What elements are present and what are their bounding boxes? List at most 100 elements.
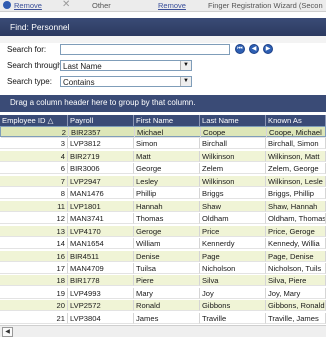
cell-known-as[interactable]: Price, Geroge (266, 225, 326, 237)
table-row[interactable]: 4 BIR2719 Matt Wilkinson Wilkinson, Matt (0, 150, 326, 162)
cell-first-name[interactable]: Piere (134, 275, 200, 287)
cell-first-name[interactable]: Denise (134, 250, 200, 262)
cell-known-as[interactable]: Joy, Mary (266, 287, 326, 299)
cell-first-name[interactable]: Simon (134, 138, 200, 150)
cell-payroll[interactable]: BIR4511 (68, 250, 134, 262)
cell-payroll[interactable]: BIR2719 (68, 150, 134, 162)
cell-employee-id[interactable]: 14 (0, 238, 68, 250)
cell-employee-id[interactable]: 11 (0, 200, 68, 212)
cell-payroll[interactable]: MAN4709 (68, 262, 134, 274)
cell-employee-id[interactable]: 17 (0, 262, 68, 274)
cell-last-name[interactable]: Coope (201, 127, 267, 138)
table-row[interactable]: 7 LVP2947 Lesley Wilkinson Wilkinson, Lesle (0, 175, 326, 187)
next-record-button[interactable]: ▶ (263, 44, 273, 54)
cell-first-name[interactable]: Ronald (134, 300, 200, 312)
cell-last-name[interactable]: Shaw (200, 200, 266, 212)
table-row[interactable]: 20 LVP2572 Ronald Gibbons Gibbons, Ronald (0, 300, 326, 312)
table-row[interactable]: 18 BIR1778 Piere Silva Silva, Piere (0, 275, 326, 287)
cell-payroll[interactable]: LVP4993 (68, 287, 134, 299)
first-record-button[interactable]: ⏮ (235, 44, 245, 54)
cell-known-as[interactable]: Wilkinson, Matt (266, 150, 326, 162)
column-header-employee-id[interactable]: Employee ID △ (0, 115, 68, 126)
cell-known-as[interactable]: Kennedy, Willia (266, 238, 326, 250)
cell-payroll[interactable]: LVP3812 (68, 138, 134, 150)
cell-payroll[interactable]: BIR1778 (68, 275, 134, 287)
table-row[interactable]: 13 LVP4170 Geroge Price Price, Geroge (0, 225, 326, 237)
table-row[interactable]: 19 LVP4993 Mary Joy Joy, Mary (0, 287, 326, 299)
table-row[interactable]: 21 LVP3804 James Traville Traville, James (0, 312, 326, 324)
cell-first-name[interactable]: Geroge (134, 225, 200, 237)
previous-record-button[interactable]: ◀ (249, 44, 259, 54)
cell-known-as[interactable]: Nicholson, Tuils (266, 262, 326, 274)
cell-first-name[interactable]: William (134, 238, 200, 250)
cell-payroll[interactable]: MAN1654 (68, 238, 134, 250)
table-row[interactable]: 17 MAN4709 Tuilsa Nicholson Nicholson, Tuils (0, 262, 326, 274)
cell-last-name[interactable]: Wilkinson (200, 150, 266, 162)
cell-employee-id[interactable]: 7 (0, 175, 68, 187)
chevron-down-icon[interactable]: ▼ (180, 61, 191, 70)
cell-payroll[interactable]: MAN1476 (68, 188, 134, 200)
column-header-last-name[interactable]: Last Name (200, 115, 266, 126)
cell-employee-id[interactable]: 6 (0, 163, 68, 175)
cell-known-as[interactable]: Page, Denise (266, 250, 326, 262)
cell-payroll[interactable]: LVP3804 (68, 312, 134, 324)
search-through-select[interactable]: Last Name ▼ (60, 60, 192, 71)
table-row[interactable]: 2 BIR2357 Michael Coope Coope, Michael (0, 126, 326, 138)
horizontal-scrollbar[interactable]: ◀ (0, 325, 326, 337)
cell-employee-id[interactable]: 3 (0, 138, 68, 150)
cell-last-name[interactable]: Oldham (200, 213, 266, 225)
cell-employee-id[interactable]: 18 (0, 275, 68, 287)
cell-payroll[interactable]: BIR2357 (69, 127, 135, 138)
cell-employee-id[interactable]: 20 (0, 300, 68, 312)
table-row[interactable]: 14 MAN1654 William Kennerdy Kennedy, Willia (0, 238, 326, 250)
cell-last-name[interactable]: Silva (200, 275, 266, 287)
scroll-left-arrow-icon[interactable]: ◀ (2, 327, 13, 337)
cell-known-as[interactable]: Zelem, George (266, 163, 326, 175)
cell-known-as[interactable]: Shaw, Hannah (266, 200, 326, 212)
cell-first-name[interactable]: Mary (134, 287, 200, 299)
table-row[interactable]: 3 LVP3812 Simon Birchall Birchall, Simon (0, 138, 326, 150)
table-row[interactable]: 11 LVP1801 Hannah Shaw Shaw, Hannah (0, 200, 326, 212)
cell-known-as[interactable]: Wilkinson, Lesle (266, 175, 326, 187)
cell-first-name[interactable]: Thomas (134, 213, 200, 225)
cell-employee-id[interactable]: 19 (0, 287, 68, 299)
cell-last-name[interactable]: Price (200, 225, 266, 237)
search-for-field[interactable] (60, 44, 233, 55)
cell-payroll[interactable]: BIR3006 (68, 163, 134, 175)
cell-employee-id[interactable]: 2 (1, 127, 69, 138)
cell-payroll[interactable]: LVP1801 (68, 200, 134, 212)
column-header-known-as[interactable]: Known As (266, 115, 326, 126)
cell-known-as[interactable]: Birchall, Simon (266, 138, 326, 150)
cell-employee-id[interactable]: 8 (0, 188, 68, 200)
cell-employee-id[interactable]: 13 (0, 225, 68, 237)
table-row[interactable]: 12 MAN3741 Thomas Oldham Oldham, Thomas (0, 213, 326, 225)
search-input[interactable] (61, 45, 233, 54)
cell-known-as[interactable]: Coope, Michael (267, 127, 326, 138)
table-row[interactable]: 16 BIR4511 Denise Page Page, Denise (0, 250, 326, 262)
cell-employee-id[interactable]: 16 (0, 250, 68, 262)
table-row[interactable]: 8 MAN1476 Phillip Briggs Briggs, Phillip (0, 188, 326, 200)
cell-known-as[interactable]: Gibbons, Ronald (266, 300, 326, 312)
cell-payroll[interactable]: MAN3741 (68, 213, 134, 225)
cell-first-name[interactable]: James (134, 312, 200, 324)
cell-first-name[interactable]: George (134, 163, 200, 175)
remove-link-1[interactable]: Remove (14, 1, 42, 10)
search-type-select[interactable]: Contains ▼ (60, 76, 192, 87)
cell-last-name[interactable]: Page (200, 250, 266, 262)
cell-first-name[interactable]: Hannah (134, 200, 200, 212)
cell-known-as[interactable]: Traville, James (266, 312, 326, 324)
cell-last-name[interactable]: Birchall (200, 138, 266, 150)
cell-employee-id[interactable]: 4 (0, 150, 68, 162)
cell-payroll[interactable]: LVP2947 (68, 175, 134, 187)
cell-payroll[interactable]: LVP4170 (68, 225, 134, 237)
cell-last-name[interactable]: Nicholson (200, 262, 266, 274)
cell-first-name[interactable]: Phillip (134, 188, 200, 200)
cell-last-name[interactable]: Gibbons (200, 300, 266, 312)
cell-last-name[interactable]: Traville (200, 312, 266, 324)
cell-last-name[interactable]: Joy (200, 287, 266, 299)
group-by-bar[interactable]: Drag a column header here to group by th… (0, 95, 326, 112)
cell-last-name[interactable]: Zelem (200, 163, 266, 175)
cell-first-name[interactable]: Michael (135, 127, 201, 138)
remove-link-2[interactable]: Remove (158, 1, 186, 10)
cell-known-as[interactable]: Briggs, Phillip (266, 188, 326, 200)
